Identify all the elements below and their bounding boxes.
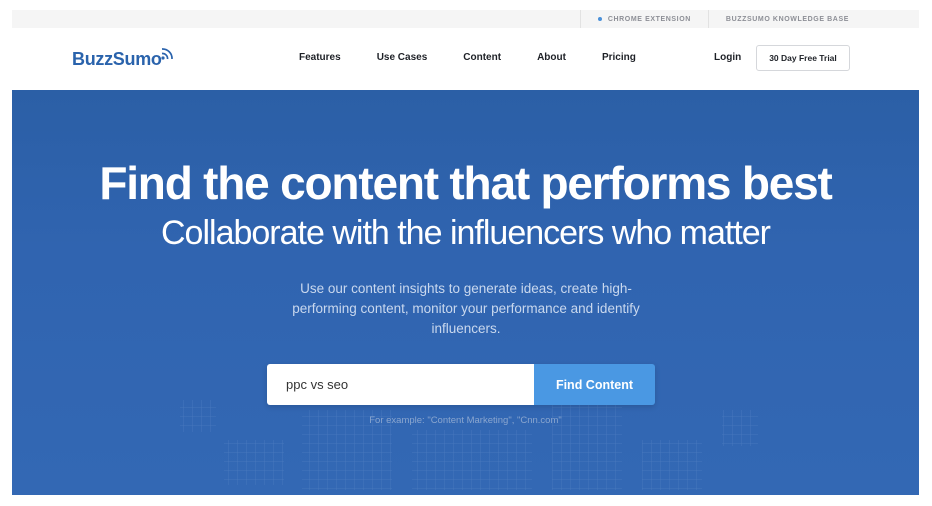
bullet-dot-icon <box>597 17 602 21</box>
nav-pricing[interactable]: Pricing <box>602 52 636 63</box>
knowledge-base-label: BUZZSUMO KNOWLEDGE BASE <box>725 15 849 23</box>
nav-features[interactable]: Features <box>299 52 341 63</box>
nav-content[interactable]: Content <box>463 52 501 63</box>
hero-subheadline: Collaborate with the influencers who mat… <box>161 214 771 252</box>
hero-headline: Find the content that performs best <box>99 157 833 209</box>
login-link[interactable]: Login <box>714 52 741 63</box>
main-nav: BuzzSumo Features Use Cases Content Abou… <box>12 28 919 90</box>
knowledge-base-link[interactable]: BUZZSUMO KNOWLEDGE BASE <box>707 10 919 28</box>
nav-about[interactable]: About <box>537 52 566 63</box>
search-example-hint: For example: "Content Marketing", "Cnn.c… <box>369 415 562 426</box>
find-content-button[interactable]: Find Content <box>534 364 655 405</box>
logo-text: BuzzSumo <box>72 49 162 69</box>
logo-wifi-waves-icon <box>161 48 173 60</box>
search-input[interactable] <box>267 364 534 405</box>
logo[interactable]: BuzzSumo <box>72 48 174 70</box>
utility-bar: CHROME EXTENSION BUZZSUMO KNOWLEDGE BASE <box>12 10 919 28</box>
content-search: Find Content <box>267 364 655 405</box>
page-frame: CHROME EXTENSION BUZZSUMO KNOWLEDGE BASE… <box>12 10 919 495</box>
hero-description: Use our content insights to generate ide… <box>292 281 640 336</box>
nav-use-cases[interactable]: Use Cases <box>377 52 428 63</box>
hero-section: Find the content that performs best Coll… <box>12 90 919 495</box>
chrome-extension-label: CHROME EXTENSION <box>607 15 691 23</box>
free-trial-button[interactable]: 30 Day Free Trial <box>756 45 850 71</box>
nav-links: Features Use Cases Content About Pricing <box>299 52 672 63</box>
chrome-extension-link[interactable]: CHROME EXTENSION <box>579 10 708 28</box>
